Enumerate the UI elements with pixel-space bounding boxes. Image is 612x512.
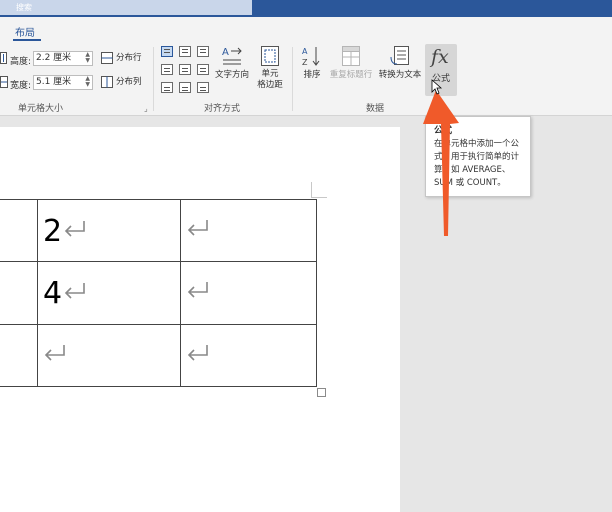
- mouse-cursor-icon: [431, 79, 443, 95]
- callout-overlay: [423, 79, 459, 236]
- callout-arrow: [423, 90, 459, 236]
